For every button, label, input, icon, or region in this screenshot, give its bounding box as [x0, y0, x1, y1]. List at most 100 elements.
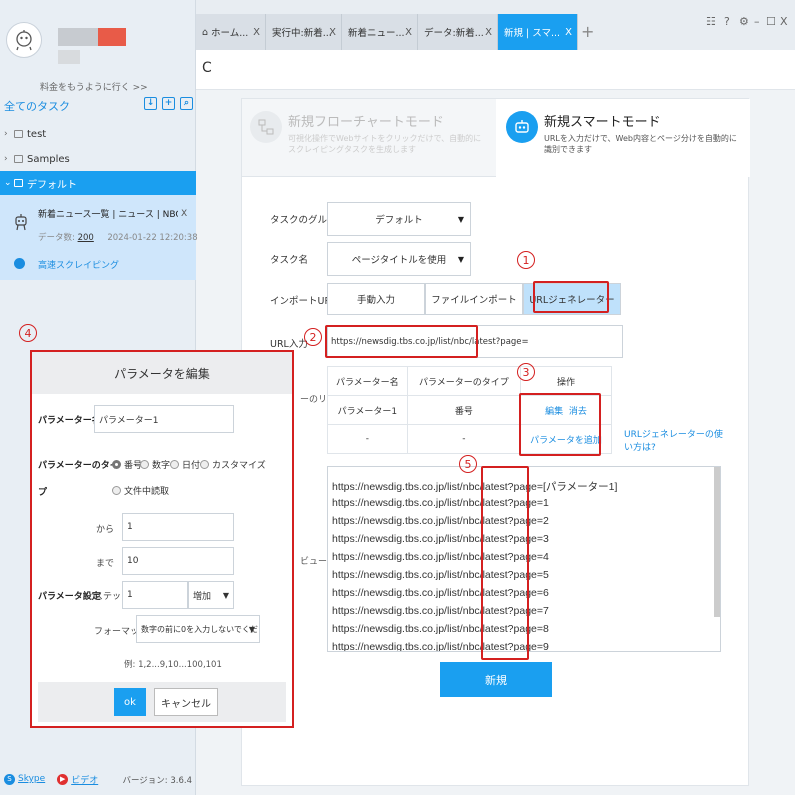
profile: 料金をもうように行く >> — [0, 0, 195, 93]
robot-avatar-icon — [16, 30, 32, 51]
tab-close-icon[interactable]: X — [253, 27, 260, 38]
mode-flowchart[interactable]: 新規フローチャートモード 可視化操作でWebサイトをクリックだけで、自動的にスク… — [242, 99, 496, 177]
radio-number[interactable]: 番号 — [112, 458, 142, 471]
upgrade-link[interactable]: 料金をもうように行く >> — [40, 80, 148, 93]
tab-label: ホーム... — [211, 28, 249, 39]
chevron-right-icon: › — [4, 129, 8, 139]
high-speed-icon — [14, 258, 25, 269]
skype-icon[interactable]: S — [4, 773, 15, 785]
group-select[interactable]: デフォルト ▼ — [327, 202, 471, 236]
dropdown-arrow-icon: ▼ — [222, 590, 229, 600]
annotation-box-2 — [325, 325, 478, 358]
task-name-select[interactable]: ページタイトルを使用 ▼ — [327, 242, 471, 276]
ok-button[interactable]: ok — [114, 688, 146, 716]
mode-smart[interactable]: 新規スマートモード URLを入力だけで、Web内容とページ分けを自動的に識別でき… — [498, 99, 750, 177]
param-name-cell: パラメーター1 — [327, 395, 408, 425]
to-input[interactable]: 10 — [122, 547, 234, 575]
version-label: バージョン: 3.6.4 — [122, 776, 192, 786]
radio-digit[interactable]: 数字 — [140, 458, 170, 471]
preview-line: https://newsdig.tbs.co.jp/list/nbc/lates… — [332, 481, 618, 493]
tree-item-test[interactable]: › test — [0, 122, 196, 146]
tab-running[interactable]: 実行中:新着... X — [266, 14, 342, 50]
annotation-number-3: 3 — [517, 363, 535, 381]
radio-label: カスタマイズ — [212, 461, 266, 471]
video-icon[interactable]: ▶ — [57, 773, 69, 785]
folder-icon — [14, 130, 23, 138]
file-import-button[interactable]: ファイルインポート — [425, 283, 523, 315]
step-mode-value: 増加 — [193, 591, 212, 602]
sidebar-footer: S Skype ▶ ビデオ バージョン: 3.6.4 — [0, 765, 196, 793]
param-type-label-cont: プ — [38, 488, 48, 498]
annotation-number-4: 4 — [19, 324, 37, 342]
mode-flowchart-desc: 可視化操作でWebサイトをクリックだけで、自動的にスクレイピングタスクを生成しま… — [288, 134, 482, 154]
chevron-right-icon: › — [4, 154, 8, 164]
manual-input-button[interactable]: 手動入力 — [327, 283, 425, 315]
username-redacted — [58, 28, 98, 46]
url-generator-help-link[interactable]: URLジェネレーターの使い方は? — [624, 429, 724, 455]
col-param-type: パラメーターのタイプ — [406, 366, 522, 396]
maximize-icon[interactable]: ☐ — [766, 15, 776, 28]
new-task-icon[interactable]: + — [162, 97, 175, 110]
flowchart-icon — [250, 111, 282, 143]
minimize-icon[interactable]: – — [754, 15, 760, 28]
data-count-link[interactable]: 200 — [78, 233, 94, 243]
radio-custom[interactable]: カスタマイズ — [200, 458, 266, 471]
home-icon: ⌂ — [202, 26, 209, 38]
format-value: 数字の前に0を入力しないでください — [141, 624, 259, 634]
video-link[interactable]: ビデオ — [71, 773, 98, 786]
tree-item-default[interactable]: ⌄ デフォルト — [0, 171, 196, 195]
format-select[interactable]: 数字の前に0を入力しないでください ▼ — [136, 615, 260, 643]
annotation-number-1: 1 — [517, 251, 535, 269]
radio-file-read[interactable]: 文件中読取 — [112, 484, 169, 497]
skype-link[interactable]: Skype — [18, 774, 45, 784]
dropdown-arrow-icon: ▼ — [457, 214, 464, 224]
radio-dot — [170, 460, 179, 469]
close-window-icon[interactable]: X — [780, 15, 788, 28]
toolbar: C — [196, 50, 795, 90]
from-label: から — [96, 525, 115, 535]
format-example: 例: 1,2...9,10...100,101 — [124, 660, 222, 670]
step-input[interactable]: 1 — [122, 581, 188, 609]
tab-news[interactable]: 新着ニュー... X — [342, 14, 418, 50]
add-tab-icon[interactable]: + — [581, 22, 594, 41]
robot-icon — [15, 214, 27, 231]
annotation-box-5 — [481, 466, 529, 660]
all-tasks-label[interactable]: 全てのタスク — [4, 98, 70, 114]
param-type-cell: 番号 — [406, 395, 522, 425]
tab-bar: ⌂ ホーム... X 実行中:新着... X 新着ニュー... X データ:新着… — [196, 0, 795, 50]
reload-icon[interactable]: C — [202, 60, 212, 76]
chevron-down-icon: ⌄ — [4, 178, 12, 188]
cancel-button[interactable]: キャンセル — [154, 688, 218, 716]
tab-close-icon[interactable]: X — [329, 27, 336, 38]
tab-data[interactable]: データ:新着... X — [418, 14, 498, 50]
import-icon[interactable]: ↓ — [144, 97, 157, 110]
radio-dot — [200, 460, 209, 469]
task-close-icon[interactable]: X — [181, 209, 187, 219]
search-task-icon[interactable]: ⌕ — [180, 97, 193, 110]
tab-label: 新規 | スマ... — [504, 28, 561, 39]
tree-item-samples[interactable]: › Samples — [0, 147, 196, 171]
preview-scrollbar[interactable] — [714, 467, 720, 617]
help-icon[interactable]: ? — [724, 15, 730, 28]
tab-new-smart[interactable]: 新規 | スマ... X — [498, 14, 578, 50]
account-redacted — [58, 50, 80, 64]
tab-close-icon[interactable]: X — [565, 27, 572, 38]
from-input[interactable]: 1 — [122, 513, 234, 541]
avatar[interactable] — [6, 22, 42, 58]
grid-icon[interactable]: ☷ — [706, 15, 716, 28]
step-mode-select[interactable]: 増加 ▼ — [188, 581, 234, 609]
create-button[interactable]: 新規 — [440, 662, 552, 697]
group-select-value: デフォルト — [375, 215, 423, 226]
tab-close-icon[interactable]: X — [405, 27, 412, 38]
tab-home[interactable]: ⌂ ホーム... X — [196, 14, 266, 50]
radio-date[interactable]: 日付 — [170, 458, 200, 471]
tab-label: 実行中:新着... — [272, 28, 332, 39]
task-timestamp: 2024-01-22 12:20:38 — [107, 233, 198, 243]
task-name[interactable]: 新着ニュース一覧 | ニュース | NBC長崎放送... — [38, 207, 178, 220]
annotation-number-2: 2 — [304, 328, 322, 346]
param-name-cell: - — [327, 424, 408, 454]
high-speed-scraping-link[interactable]: 高速スクレイピング — [38, 258, 119, 271]
tab-close-icon[interactable]: X — [485, 27, 492, 38]
param-name-input[interactable]: パラメーター1 — [94, 405, 234, 433]
settings-icon[interactable]: ⚙ — [739, 15, 749, 28]
